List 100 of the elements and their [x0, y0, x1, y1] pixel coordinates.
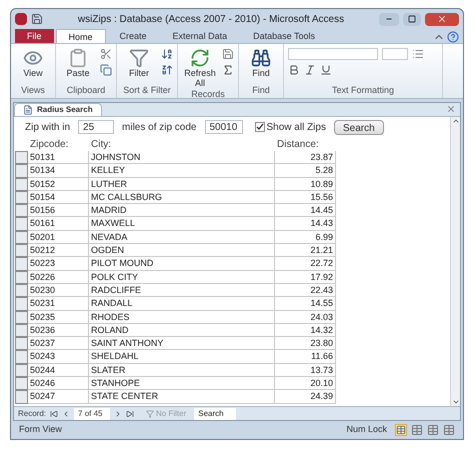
- form-icon: [23, 105, 33, 115]
- record-selector[interactable]: [15, 230, 28, 244]
- show-all-label: Show all Zips: [266, 120, 326, 134]
- italic-icon[interactable]: [304, 64, 316, 76]
- record-selector[interactable]: [15, 310, 28, 324]
- table-cell: 22.72: [275, 257, 336, 271]
- table-cell: 14.45: [275, 204, 336, 218]
- record-selector[interactable]: [15, 164, 28, 178]
- ribbon-tab[interactable]: Database Tools: [241, 29, 327, 43]
- form-view-icon[interactable]: [395, 424, 407, 436]
- close-icon: [437, 14, 447, 24]
- close-icon[interactable]: [446, 104, 456, 114]
- table-cell: STANHOPE: [89, 377, 275, 390]
- underline-icon[interactable]: [320, 64, 332, 76]
- maximize-icon: [408, 15, 416, 23]
- datasheet-view-icon[interactable]: [411, 424, 423, 436]
- table-cell: LUTHER: [89, 178, 275, 191]
- ribbon-button[interactable]: Find: [243, 48, 279, 78]
- record-position-field[interactable]: 7 of 45: [74, 408, 110, 420]
- scrollbar[interactable]: [450, 117, 460, 406]
- ribbon-button[interactable]: Paste: [60, 48, 96, 78]
- ribbon-button[interactable]: Refresh All: [182, 48, 218, 88]
- table-cell: 50247: [28, 390, 89, 404]
- help-icon[interactable]: [447, 31, 459, 43]
- sort-icon[interactable]: [161, 64, 173, 76]
- table-cell: JOHNSTON: [89, 151, 275, 164]
- scissors-icon[interactable]: [100, 48, 112, 60]
- group-label: Views: [20, 84, 46, 96]
- table-cell: PILOT MOUND: [89, 257, 275, 271]
- record-selector[interactable]: [15, 190, 28, 204]
- size-field[interactable]: [382, 48, 408, 60]
- app-icon: [15, 13, 27, 25]
- table-cell: 15.56: [275, 190, 336, 204]
- record-selector[interactable]: [15, 244, 28, 258]
- record-selector[interactable]: [15, 151, 28, 164]
- table-cell: 14.32: [275, 324, 336, 338]
- sort-icon[interactable]: [161, 48, 173, 60]
- record-selector[interactable]: [15, 178, 28, 191]
- sum-icon[interactable]: [222, 64, 234, 76]
- record-selector[interactable]: [15, 390, 28, 404]
- show-all-checkbox[interactable]: [254, 122, 264, 132]
- window-title: wsiZips : Database (Access 2007 - 2010) - Microsoft Access: [76, 12, 346, 26]
- record-selector[interactable]: [15, 297, 28, 311]
- record-selector[interactable]: [15, 377, 28, 390]
- table-cell: 5.28: [275, 164, 336, 178]
- search-button[interactable]: Search: [334, 120, 384, 134]
- copy-icon[interactable]: [100, 64, 112, 76]
- table-cell: 24.03: [275, 310, 336, 324]
- record-selector[interactable]: [15, 337, 28, 350]
- miles-field[interactable]: 25: [78, 120, 114, 134]
- layout-view-icon[interactable]: [427, 424, 439, 436]
- design-view-icon[interactable]: [443, 424, 455, 436]
- table-cell: 50134: [28, 164, 89, 178]
- table-cell: SLATER: [89, 364, 275, 378]
- record-selector[interactable]: [15, 364, 28, 378]
- font-field[interactable]: [288, 48, 378, 60]
- save-icon[interactable]: [222, 48, 234, 60]
- record-selector[interactable]: [15, 257, 28, 271]
- ribbon-button[interactable]: Filter: [121, 48, 157, 78]
- table-cell: 50212: [28, 244, 89, 258]
- bold-icon[interactable]: [288, 64, 300, 76]
- maximize-button[interactable]: [403, 12, 421, 26]
- record-selector[interactable]: [15, 270, 28, 284]
- column-header: Zipcode:: [29, 138, 70, 152]
- table-cell: MADRID: [89, 204, 275, 218]
- record-selector[interactable]: [15, 324, 28, 338]
- table-cell: ROLAND: [89, 324, 275, 338]
- table-cell: OGDEN: [89, 244, 275, 258]
- save-icon[interactable]: [31, 13, 43, 25]
- table-cell: 20.10: [275, 377, 336, 390]
- clipboard-icon: [68, 48, 88, 68]
- ribbon-tab[interactable]: File: [15, 29, 54, 43]
- table-cell: 11.66: [275, 350, 336, 364]
- last-record-icon[interactable]: [126, 410, 134, 418]
- scroll-up-icon[interactable]: [452, 117, 460, 125]
- record-selector[interactable]: [15, 217, 28, 231]
- table-cell: 50161: [28, 217, 89, 231]
- table-cell: 13.73: [275, 364, 336, 378]
- record-selector[interactable]: [15, 284, 28, 298]
- ribbon-tab[interactable]: Create: [108, 29, 159, 43]
- table-cell: RADCLIFFE: [89, 284, 275, 298]
- ribbon-tab[interactable]: External Data: [160, 29, 240, 43]
- search-field[interactable]: Search: [194, 408, 236, 420]
- group-label: Text Formatting: [330, 84, 396, 97]
- zip-field[interactable]: 50010: [204, 120, 242, 134]
- ribbon-tab[interactable]: Home: [56, 29, 106, 43]
- table-cell: 50236: [28, 324, 89, 338]
- group-label: Clipboard: [66, 84, 106, 97]
- status-text: Form View: [19, 423, 63, 436]
- table-cell: 50231: [28, 297, 89, 311]
- table-cell: 50230: [28, 284, 89, 298]
- column-header: City:: [90, 138, 112, 152]
- record-selector[interactable]: [15, 204, 28, 218]
- ribbon-button[interactable]: View: [15, 48, 51, 78]
- record-selector[interactable]: [15, 350, 28, 364]
- scroll-down-icon[interactable]: [452, 398, 460, 406]
- table-cell: SAINT ANTHONY: [89, 337, 275, 350]
- table-cell: 50226: [28, 270, 89, 284]
- document-tab[interactable]: Radius Search: [14, 103, 102, 116]
- first-record-icon[interactable]: [50, 410, 58, 418]
